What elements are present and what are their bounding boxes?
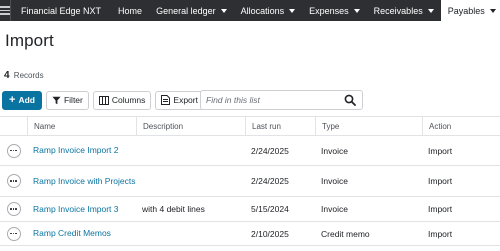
filter-button-label: Filter — [63, 95, 83, 105]
nav-item-allocations[interactable]: Allocations — [234, 0, 303, 21]
last-run-cell: 5/15/2024 — [251, 204, 289, 214]
columns-button-label: Columns — [111, 95, 146, 105]
table-header-row: Name Description Last run Type Action — [0, 116, 500, 136]
context-menu-button[interactable] — [6, 226, 21, 241]
description-cell — [136, 222, 245, 245]
import-name-link[interactable]: Ramp Invoice Import 2 — [33, 145, 119, 155]
list-toolbar: + Add Filter Columns Export — [2, 90, 204, 110]
description-cell — [136, 166, 245, 196]
nav-item-general-ledger[interactable]: General ledger — [149, 0, 234, 21]
import-name-link[interactable]: Ramp Invoice Import 3 — [33, 204, 119, 214]
plus-icon: + — [9, 93, 16, 106]
record-count: 4 Records — [4, 70, 44, 81]
table-row: Ramp Credit Memos 2/10/2025 Credit memo … — [0, 222, 500, 246]
table-row: Ramp Invoice Import 3 with 4 debit lines… — [0, 197, 500, 222]
add-button[interactable]: + Add — [2, 90, 42, 110]
chevron-down-icon — [220, 8, 227, 13]
type-cell: Credit memo — [321, 228, 370, 239]
export-button-label: Export — [173, 95, 198, 105]
record-count-value: 4 — [4, 70, 10, 81]
table-row: Ramp Invoice Import 2 2/24/2025 Invoice … — [0, 136, 500, 166]
nav-item-label: Allocations — [240, 5, 285, 16]
export-button[interactable]: Export — [155, 90, 204, 110]
nav-item-home[interactable]: Home — [111, 0, 149, 21]
type-cell: Invoice — [321, 145, 348, 156]
chevron-down-icon — [289, 8, 296, 13]
action-cell: Import — [428, 176, 453, 186]
search-box — [200, 90, 363, 110]
page-title: Import — [5, 31, 54, 50]
description-cell — [136, 136, 245, 165]
column-header-description[interactable]: Description — [136, 117, 245, 135]
chevron-down-icon — [353, 8, 360, 13]
action-cell: Import — [428, 204, 453, 214]
description-cell: with 4 debit lines — [142, 204, 205, 214]
search-icon[interactable] — [344, 94, 356, 106]
nav-item-label: Expenses — [309, 5, 349, 16]
context-menu-button[interactable] — [6, 143, 21, 158]
search-input[interactable] — [201, 95, 339, 105]
import-name-link[interactable]: Ramp Invoice with Projects — [33, 176, 136, 186]
nav-item-receivables[interactable]: Receivables — [367, 0, 441, 21]
nav-item-label: Receivables — [373, 5, 423, 16]
add-button-label: Add — [18, 95, 35, 105]
nav-item-expenses[interactable]: Expenses — [302, 0, 367, 21]
context-menu-button[interactable] — [6, 202, 21, 216]
chevron-down-icon — [489, 8, 496, 13]
app-menu-icon[interactable] — [0, 0, 10, 21]
type-cell: Invoice — [321, 176, 348, 186]
export-icon — [161, 95, 171, 105]
column-header-action[interactable]: Action — [422, 117, 500, 135]
import-list-grid: Name Description Last run Type Action Ra… — [0, 116, 500, 246]
nav-brand[interactable]: Financial Edge NXT — [10, 0, 111, 21]
columns-button[interactable]: Columns — [92, 90, 152, 110]
filter-icon — [52, 96, 61, 104]
columns-icon — [98, 95, 109, 105]
nav-item-label: Home — [118, 5, 143, 16]
column-header-last-run[interactable]: Last run — [245, 117, 315, 135]
action-cell: Import — [428, 228, 453, 239]
import-name-link[interactable]: Ramp Credit Memos — [33, 228, 111, 238]
column-header-name[interactable]: Name — [27, 117, 136, 135]
last-run-cell: 2/10/2025 — [251, 228, 289, 239]
column-header-context — [0, 117, 27, 135]
last-run-cell: 2/24/2025 — [251, 176, 289, 186]
nav-item-label: Payables — [447, 5, 485, 16]
nav-item-label: General ledger — [156, 5, 216, 16]
type-cell: Invoice — [321, 204, 348, 214]
nav-item-payables[interactable]: Payables — [440, 0, 500, 21]
context-menu-button[interactable] — [6, 174, 21, 188]
filter-button[interactable]: Filter — [45, 90, 89, 110]
chevron-down-icon — [427, 8, 434, 13]
last-run-cell: 2/24/2025 — [251, 145, 289, 156]
table-row: Ramp Invoice with Projects 2/24/2025 Inv… — [0, 166, 500, 197]
top-nav: Financial Edge NXT Home General ledger A… — [0, 0, 500, 21]
column-header-type[interactable]: Type — [315, 117, 422, 135]
record-count-label: Records — [13, 71, 44, 80]
action-cell: Import — [428, 145, 453, 156]
